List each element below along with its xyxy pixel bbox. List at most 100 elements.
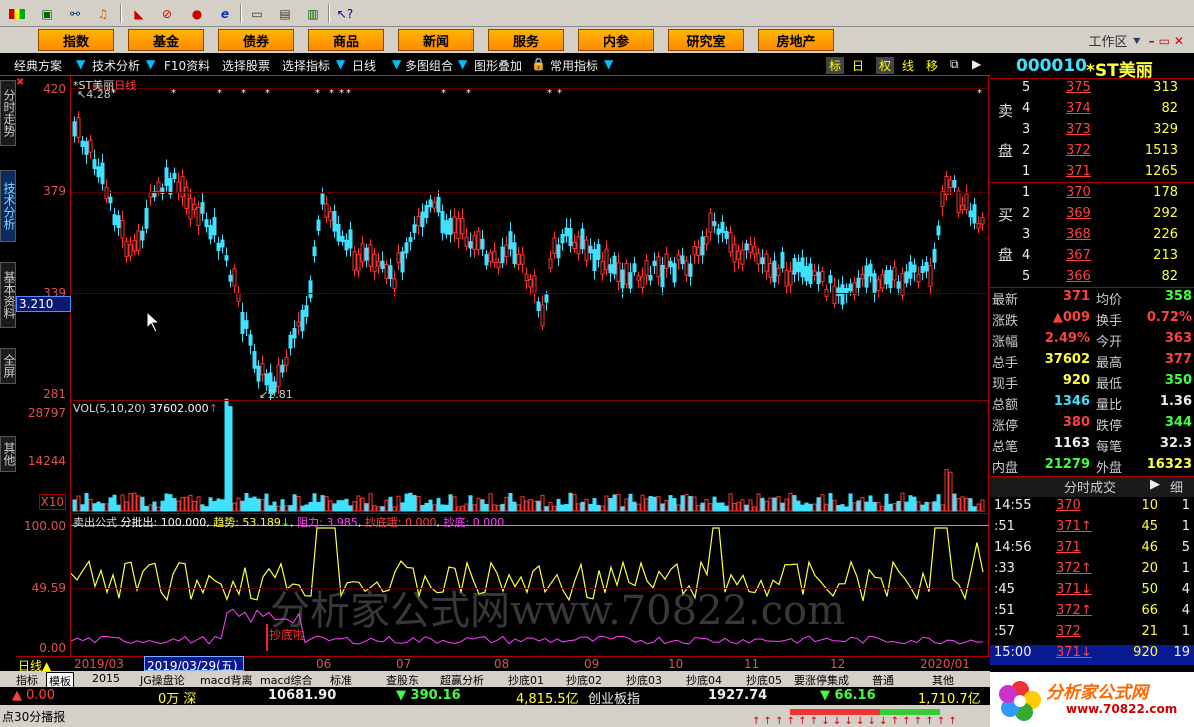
dropdown-arrow-icon[interactable]: ▼ <box>458 57 467 71</box>
subbar-period[interactable]: 日线 <box>352 57 376 74</box>
ticks-header[interactable]: 分时成交 ▶ 细 <box>990 476 1194 497</box>
menu-research[interactable]: 研究室 <box>668 29 744 51</box>
btn-rights[interactable]: 权 <box>876 57 895 74</box>
play-icon[interactable]: ▶ <box>1150 477 1160 492</box>
tab-jg[interactable]: JG操盘论 <box>140 672 185 688</box>
btn-line[interactable]: 线 <box>902 57 914 74</box>
volume-bar <box>540 494 545 512</box>
subbar-commonindicator[interactable]: 常用指标 <box>550 57 598 74</box>
tab-basicinfo[interactable]: 基本资料 <box>0 262 16 328</box>
list-icon[interactable]: ▤ <box>274 3 296 24</box>
menu-fund[interactable]: 基金 <box>128 29 204 51</box>
volume-bar <box>436 498 441 512</box>
volume-bar <box>396 495 401 512</box>
play-icon[interactable]: ▶ <box>972 57 981 71</box>
candle-body <box>636 275 641 281</box>
tab-macd-div[interactable]: macd背离 <box>200 672 253 688</box>
tab-other[interactable]: 其他 <box>932 672 954 688</box>
volume-bar <box>172 498 177 512</box>
bell-icon[interactable]: ♫ <box>92 3 114 24</box>
detail-button[interactable]: 细 <box>1170 477 1183 496</box>
tab-bottom01[interactable]: 抄底01 <box>508 672 544 688</box>
menu-realestate[interactable]: 房地产 <box>758 29 834 51</box>
menu-insider[interactable]: 内参 <box>578 29 654 51</box>
volume-bar <box>388 496 393 512</box>
window-controls[interactable]: –▭✕ <box>1149 34 1188 48</box>
ie-icon[interactable]: e <box>214 3 236 24</box>
candle-body <box>656 256 661 278</box>
candle-body <box>744 243 749 251</box>
subbar-overlay[interactable]: 图形叠加 <box>474 57 522 74</box>
dropdown-arrow-icon[interactable]: ▼ <box>146 57 155 71</box>
flag-icon[interactable] <box>6 3 28 24</box>
chart-area[interactable]: * * * * * * * * * * * * * * *ST美丽日线 ↖4.28 ↙2.81 VOL(5… <box>71 76 989 656</box>
help-icon[interactable]: ↖? <box>334 3 356 24</box>
tab-macd-comp[interactable]: macd综合 <box>260 672 313 688</box>
candle-body <box>520 254 525 265</box>
book-icon[interactable]: ▥ <box>302 3 324 24</box>
tab-bottom05[interactable]: 抄底05 <box>746 672 782 688</box>
tab-super[interactable]: 超赢分析 <box>440 672 484 688</box>
kline-chart[interactable]: * * * * * * * * * * * * * * <box>71 76 989 656</box>
tab-bottom03[interactable]: 抄底03 <box>626 672 662 688</box>
candle-body <box>240 311 245 334</box>
volume-bar <box>80 504 85 512</box>
tab-standard[interactable]: 标准 <box>330 672 352 688</box>
chart-icon[interactable]: ◣ <box>128 3 150 24</box>
tab-other[interactable]: 其他 <box>0 436 16 472</box>
binoculars-icon[interactable]: ⚯ <box>64 3 86 24</box>
menu-news[interactable]: 新闻 <box>398 29 474 51</box>
date-tick: 06 <box>316 657 332 671</box>
tab-shareholders[interactable]: 查股东 <box>386 672 419 688</box>
menu-bond[interactable]: 债券 <box>218 29 294 51</box>
volume-bar <box>680 495 685 512</box>
volume-bar <box>428 499 433 512</box>
subbar-f10[interactable]: F10资料 <box>164 57 210 74</box>
btn-day[interactable]: 日 <box>852 57 864 74</box>
tab-indicator[interactable]: 指标 <box>16 672 38 688</box>
subbar-multichart[interactable]: 多图组合 <box>405 57 453 74</box>
stop-icon[interactable]: ⊘ <box>156 3 178 24</box>
btn-mark[interactable]: 标 <box>826 57 845 74</box>
dropdown-arrow-icon[interactable]: ▼ <box>76 57 85 71</box>
status-index: 10681.90 <box>268 688 337 703</box>
logo-url: www.70822.com <box>1066 702 1178 716</box>
network-icon[interactable]: ▣ <box>36 3 58 24</box>
dropdown-arrow-icon[interactable]: ▼ <box>336 57 345 71</box>
status-board-change: ▼ 66.16 <box>820 688 876 703</box>
menu-commodity[interactable]: 商品 <box>308 29 384 51</box>
subbar-selectindicator[interactable]: 选择指标 <box>282 57 330 74</box>
candle-body <box>384 263 389 280</box>
subbar-selectstock[interactable]: 选择股票 <box>222 57 270 74</box>
window-icon[interactable]: ▭ <box>246 3 268 24</box>
menu-index[interactable]: 指数 <box>38 29 114 51</box>
volume-bar <box>648 495 653 512</box>
tab-bottom02[interactable]: 抄底02 <box>566 672 602 688</box>
date-tick: 2019/03 <box>74 657 124 671</box>
tab-normal[interactable]: 普通 <box>872 672 894 688</box>
workarea-label[interactable]: 工作区 ⯆ <box>1088 31 1142 50</box>
quote-row: 涨跌 ▲009 换手 0.72% <box>990 310 1194 331</box>
dropdown-arrow-icon[interactable]: ▼ <box>392 57 401 71</box>
candle-body <box>832 285 837 304</box>
tab-techanalysis[interactable]: 技术分析 <box>0 170 16 242</box>
tab-limitup[interactable]: 要涨停集成 <box>794 672 849 688</box>
btn-move[interactable]: 移 <box>926 57 938 74</box>
candle-body <box>916 273 921 283</box>
close-icon[interactable]: ✖ <box>16 77 24 88</box>
subbar-techanalysis[interactable]: 技术分析 <box>92 57 140 74</box>
tab-timeshare[interactable]: 分时走势 <box>0 80 16 146</box>
tab-2015[interactable]: 2015 <box>92 672 120 685</box>
tab-fullscreen[interactable]: 全屏 <box>0 348 16 384</box>
volume-bar <box>148 504 153 512</box>
candle-body <box>940 191 945 207</box>
candle-body <box>328 211 333 221</box>
lock-icon[interactable]: 🔒 <box>531 57 546 71</box>
subbar-scheme[interactable]: 经典方案 <box>14 57 62 74</box>
tab-bottom04[interactable]: 抄底04 <box>686 672 722 688</box>
blog-icon[interactable]: ● <box>186 3 208 24</box>
dropdown-arrow-icon[interactable]: ▼ <box>604 57 613 71</box>
stat-label: 内盘 <box>992 461 1019 476</box>
menu-service[interactable]: 服务 <box>488 29 564 51</box>
window-icon[interactable]: ⧉ <box>950 57 959 72</box>
